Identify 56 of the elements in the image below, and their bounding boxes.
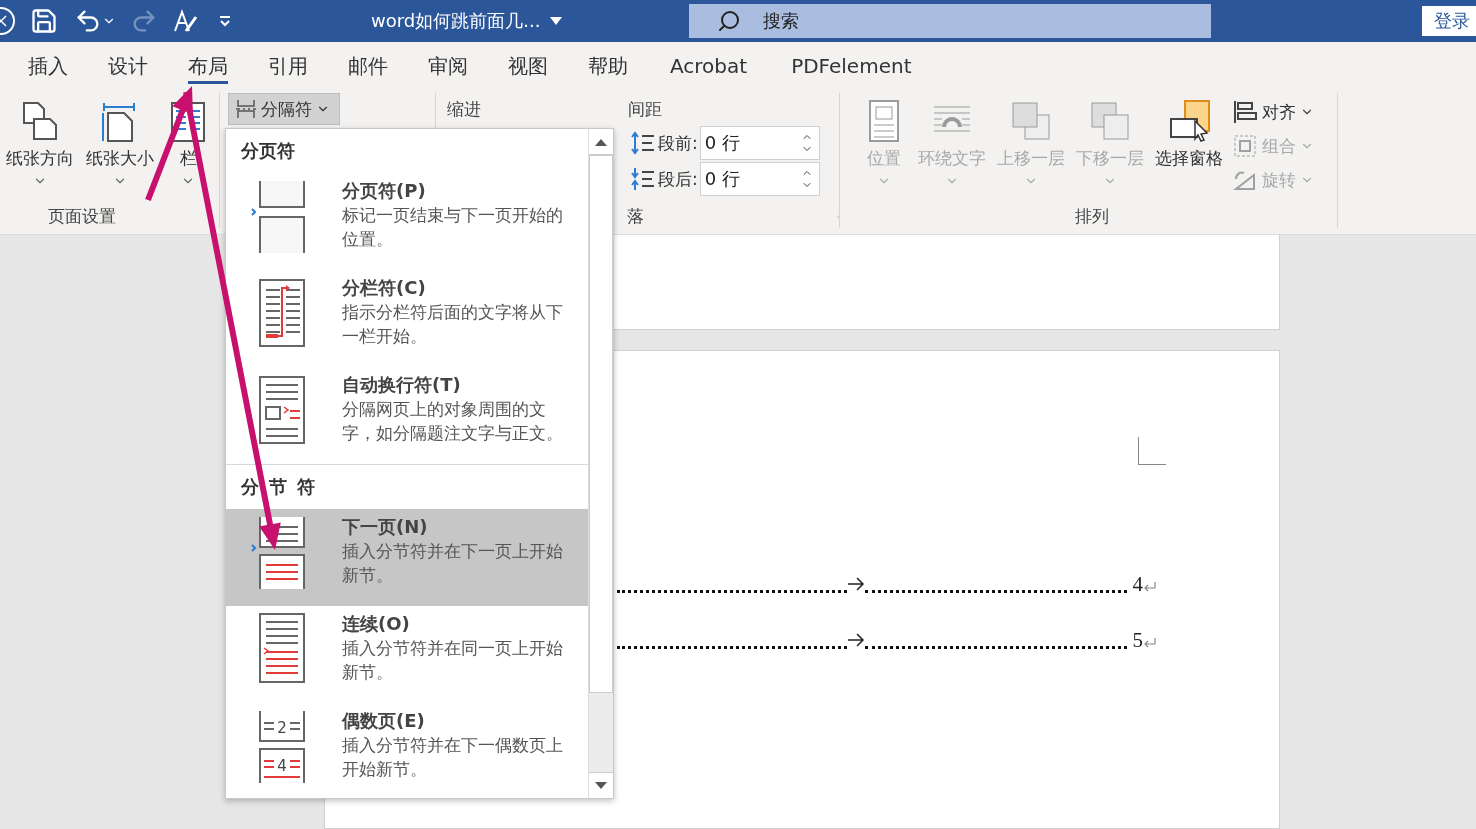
ribbon-tab[interactable]: Acrobat	[648, 42, 770, 90]
scroll-up-icon	[595, 137, 607, 146]
search-icon	[717, 9, 742, 33]
save-icon[interactable]	[30, 7, 58, 35]
paragraph-mark-icon	[1143, 638, 1157, 650]
breaks-button[interactable]: 分隔符	[228, 93, 340, 125]
ribbon-button[interactable]: 纸张大小	[80, 93, 160, 205]
menu-section-heading: 分节符	[240, 475, 326, 499]
align-icon	[1232, 99, 1258, 125]
menu-item[interactable]: 分栏符(C) 指示分栏符后面的文字将从下一栏开始。	[226, 270, 588, 367]
ribbon-tab[interactable]: 帮助	[568, 42, 648, 90]
scrollbar-thumb[interactable]	[589, 155, 613, 693]
ribbon-button[interactable]: 选择窗格	[1149, 93, 1228, 205]
caret-icon[interactable]	[550, 17, 563, 25]
group-label: 落	[627, 205, 644, 228]
document-title: word如何跳前面几...	[371, 9, 541, 33]
menu-section-heading: 分页符	[240, 139, 296, 163]
customize-caret-icon[interactable]	[218, 14, 232, 28]
menu-item[interactable]: 连续(O) 插入分节符并在同一页上开始新节。	[226, 606, 588, 703]
tab-arrow-icon	[847, 633, 865, 647]
tab-arrow-icon	[847, 577, 865, 591]
ribbon-tab[interactable]: 审阅	[408, 42, 488, 90]
menu-item[interactable]: 2 4 偶数页(E) 插入分节符并在下一偶数页上开始新节。	[226, 703, 588, 798]
page-number: 4	[1132, 572, 1143, 597]
ribbon-tab[interactable]: PDFelement	[769, 42, 934, 90]
ribbon-tab[interactable]: 视图	[488, 42, 568, 90]
ribbon-tab[interactable]: 布局	[168, 42, 248, 90]
group-label: 页面设置	[47, 205, 117, 228]
field-label: 段后:	[658, 167, 698, 191]
group-icon	[1232, 133, 1258, 159]
spacing-before-icon	[630, 130, 656, 156]
page-number: 5	[1132, 628, 1143, 653]
group-label: 排列	[1074, 205, 1110, 228]
ribbon-button[interactable]: 纸张方向	[0, 93, 80, 205]
margin-corner-mark	[1138, 437, 1166, 465]
breaks-icon	[235, 98, 257, 120]
ribbon-tab[interactable]: 设计	[88, 42, 168, 90]
menu-item[interactable]: 下一页(N) 插入分节符并在下一页上开始新节。	[226, 509, 588, 606]
ribbon-tab[interactable]: 插入	[8, 42, 88, 90]
spacing-field[interactable]: 0 行	[699, 126, 820, 160]
paragraph-mark-icon	[1143, 582, 1157, 594]
search-field[interactable]: 搜索	[689, 4, 1212, 38]
field-label: 段前:	[658, 131, 698, 155]
scroll-up-button[interactable]	[589, 129, 613, 155]
ribbon-tab[interactable]: 邮件	[328, 42, 408, 90]
spacing-label: 间距	[628, 97, 662, 121]
menu-item[interactable]: 自动换行符(T) 分隔网页上的对象周围的文字，如分隔题注文字与正文。	[226, 367, 588, 464]
ribbon-tab[interactable]: 引用	[248, 42, 328, 90]
login-button[interactable]: 登录	[1422, 6, 1476, 36]
menu-item[interactable]: 分页符(P) 标记一页结束与下一页开始的位置。	[226, 173, 588, 270]
spacing-field[interactable]: 0 行	[699, 162, 820, 196]
scroll-down-icon	[595, 781, 607, 790]
scroll-down-button[interactable]	[589, 772, 613, 798]
ribbon-button[interactable]: 对齐	[1228, 95, 1318, 129]
indent-label: 缩进	[447, 97, 481, 121]
spacing-after-icon	[630, 166, 656, 192]
